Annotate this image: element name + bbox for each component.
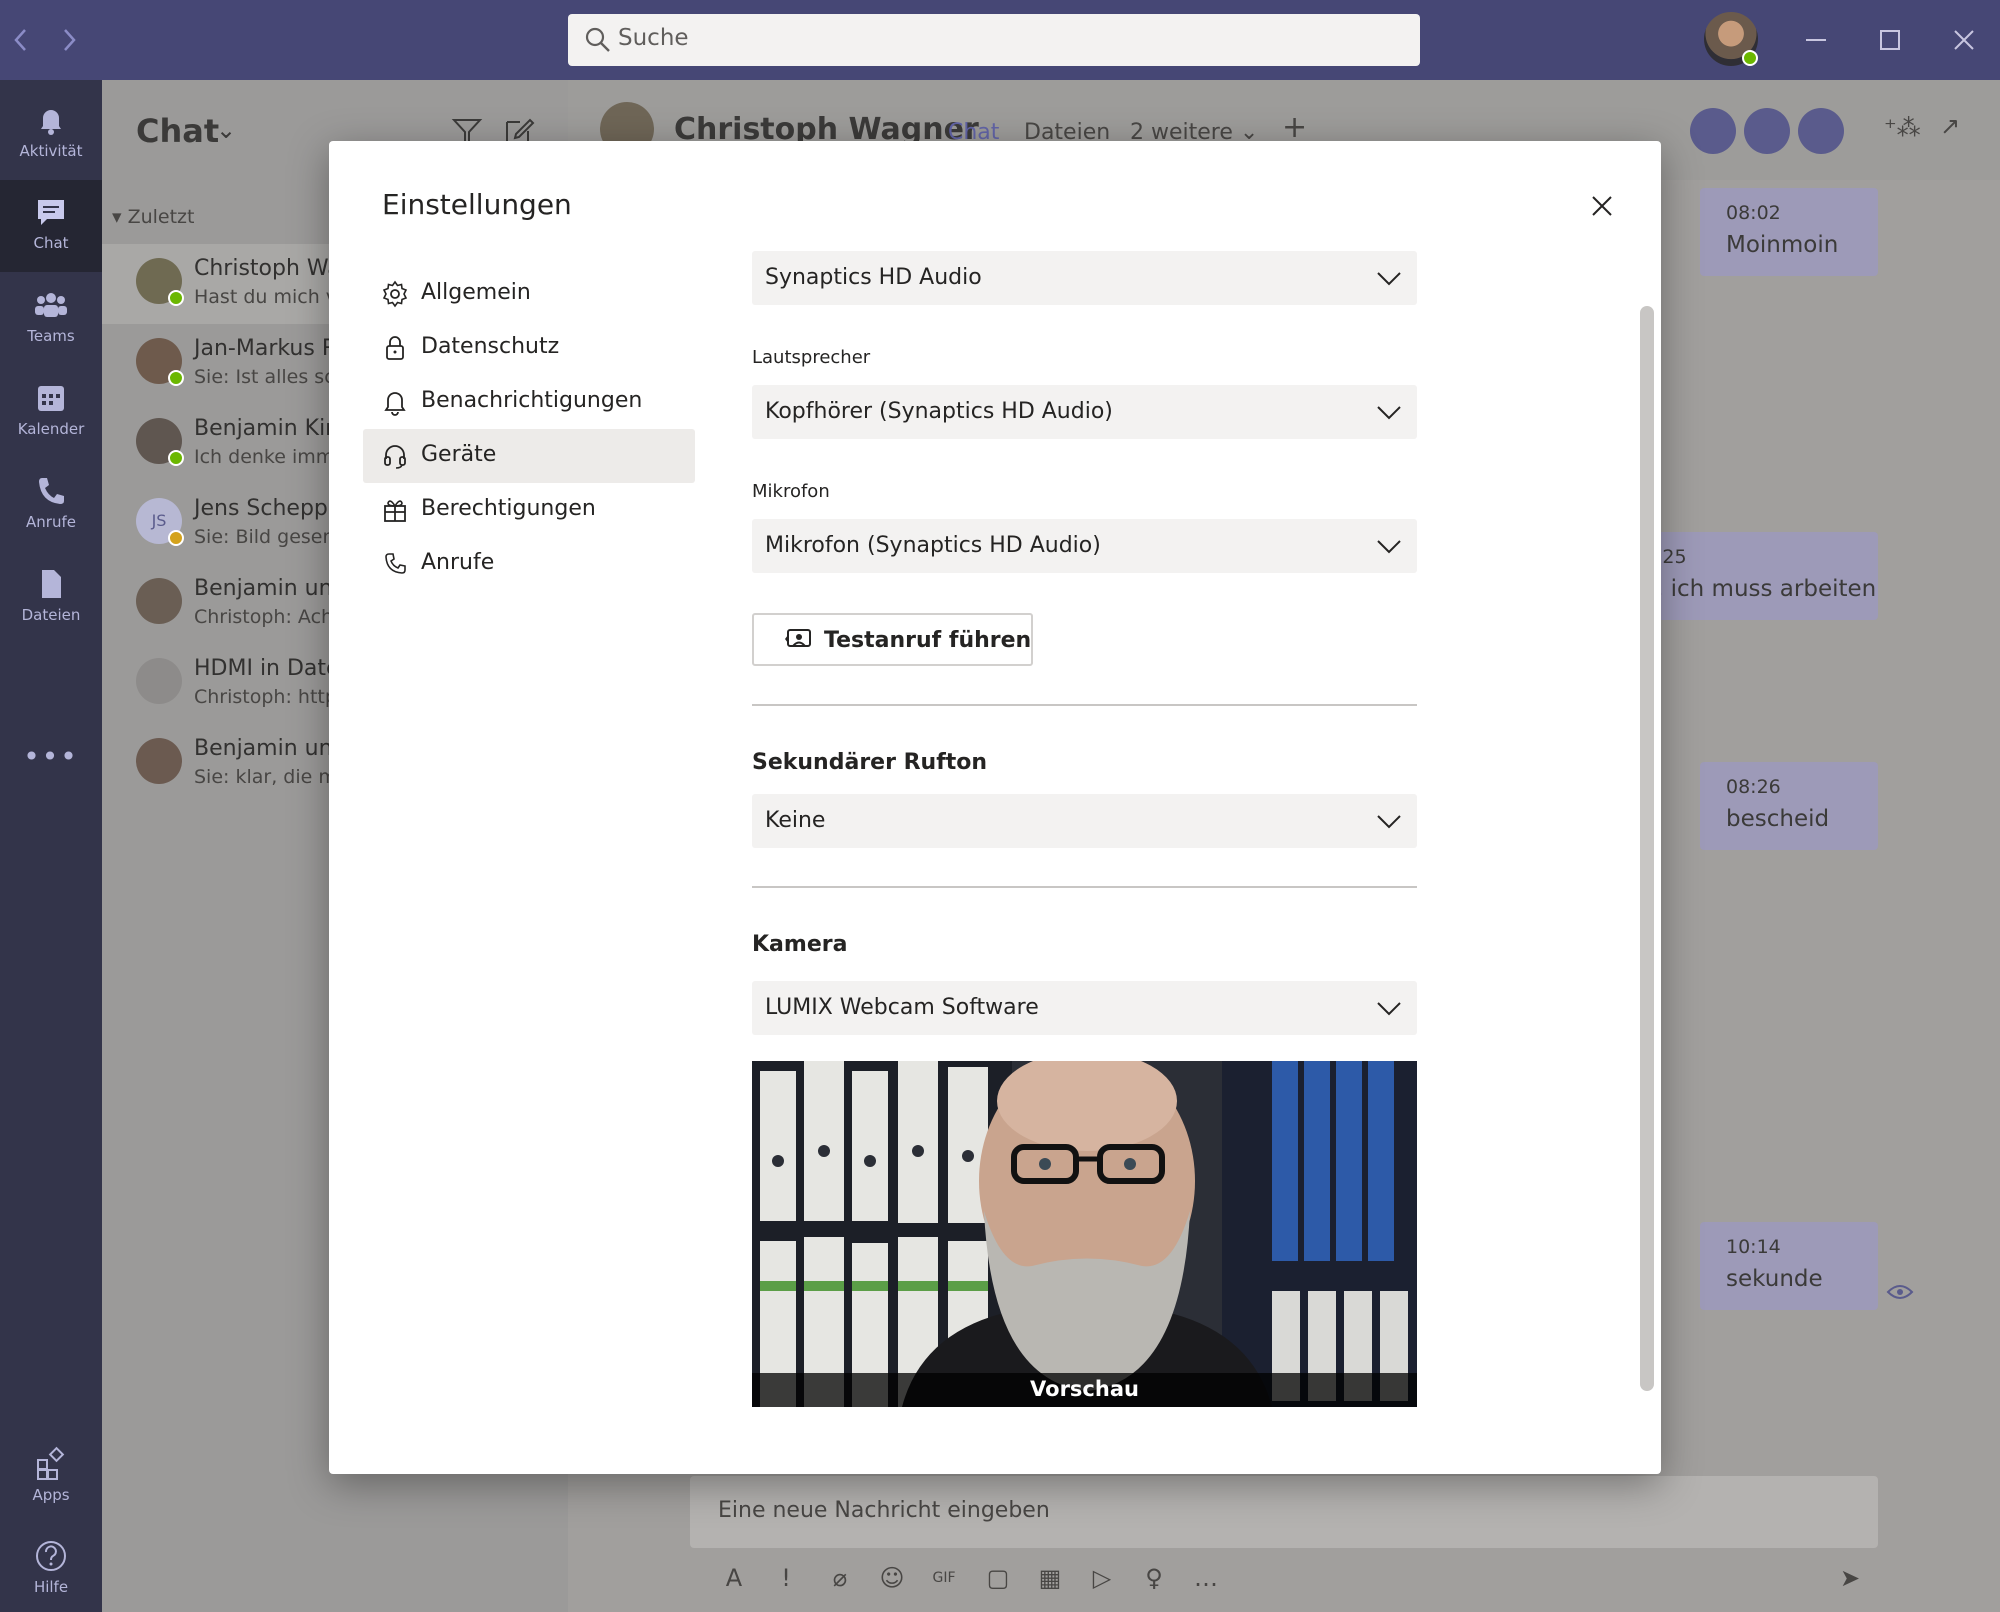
- secondary-ringer-value: Keine: [765, 808, 826, 833]
- camera-preview: Vorschau: [752, 1061, 1417, 1407]
- settings-menu-calls[interactable]: Anrufe: [363, 537, 695, 591]
- settings-menu-privacy[interactable]: Datenschutz: [363, 321, 695, 375]
- microphone-label: Mikrofon: [752, 481, 830, 502]
- headset-icon: [384, 445, 406, 469]
- menu-label: Allgemein: [421, 280, 531, 305]
- chevron-down-icon: [1377, 815, 1401, 829]
- divider: [752, 886, 1417, 888]
- test-call-label: Testanruf führen: [824, 628, 1032, 653]
- settings-scrollbar[interactable]: [1640, 306, 1654, 1391]
- chevron-down-icon: [1377, 272, 1401, 286]
- lock-icon: [386, 336, 404, 360]
- chevron-down-icon: [1377, 406, 1401, 420]
- menu-label: Benachrichtigungen: [421, 388, 643, 413]
- gift-icon: [384, 500, 406, 522]
- test-call-icon: [785, 629, 811, 647]
- dialog-title: Einstellungen: [382, 188, 572, 221]
- camera-select[interactable]: LUMIX Webcam Software: [752, 981, 1417, 1035]
- camera-preview-image: [752, 1061, 1417, 1407]
- camera-value: LUMIX Webcam Software: [765, 995, 1039, 1020]
- speaker-select[interactable]: Kopfhörer (Synaptics HD Audio): [752, 385, 1417, 439]
- gear-icon: [382, 280, 408, 308]
- settings-menu-permissions[interactable]: Berechtigungen: [363, 483, 695, 537]
- speaker-label: Lautsprecher: [752, 347, 871, 368]
- settings-menu-devices[interactable]: Geräte: [363, 429, 695, 483]
- settings-dialog: Einstellungen Allgemein Datenschutz Bena…: [329, 141, 1661, 1474]
- secondary-ringer-title: Sekundärer Rufton: [752, 750, 988, 775]
- menu-label: Berechtigungen: [421, 496, 596, 521]
- menu-label: Datenschutz: [421, 334, 560, 359]
- audio-device-select[interactable]: Synaptics HD Audio: [752, 251, 1417, 305]
- preview-caption: Vorschau: [1030, 1377, 1139, 1401]
- settings-menu-general[interactable]: Allgemein: [363, 267, 695, 321]
- menu-label: Geräte: [421, 442, 497, 467]
- menu-label: Anrufe: [421, 550, 495, 575]
- microphone-select[interactable]: Mikrofon (Synaptics HD Audio): [752, 519, 1417, 573]
- test-call-button[interactable]: Testanruf führen: [752, 613, 1033, 666]
- audio-device-value: Synaptics HD Audio: [765, 265, 982, 290]
- secondary-ringer-select[interactable]: Keine: [752, 794, 1417, 848]
- settings-menu-notifications[interactable]: Benachrichtigungen: [363, 375, 695, 429]
- chevron-down-icon: [1377, 1002, 1401, 1016]
- close-dialog-button[interactable]: [1587, 191, 1617, 221]
- phone-icon: [385, 553, 406, 574]
- microphone-value: Mikrofon (Synaptics HD Audio): [765, 533, 1101, 558]
- divider: [752, 704, 1417, 706]
- camera-title: Kamera: [752, 932, 848, 957]
- chevron-down-icon: [1377, 540, 1401, 554]
- speaker-value: Kopfhörer (Synaptics HD Audio): [765, 399, 1113, 424]
- bell-icon: [384, 392, 406, 416]
